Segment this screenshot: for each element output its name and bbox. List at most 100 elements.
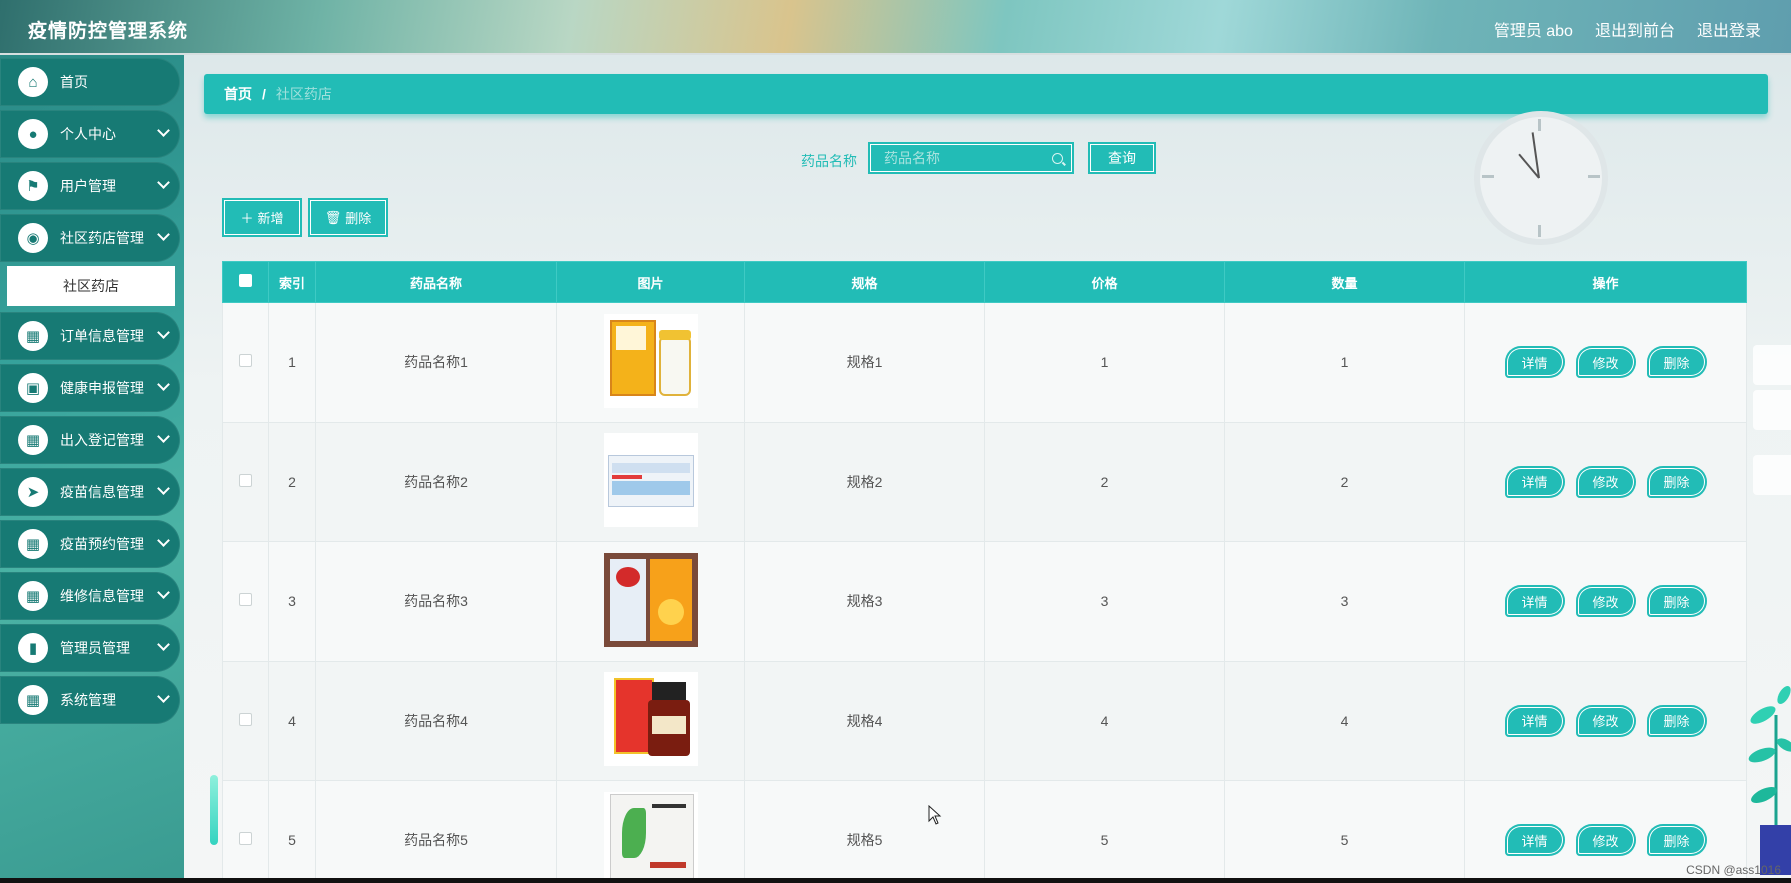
spec-cell: 规格4 [744, 660, 985, 781]
sidebar-item[interactable]: ◉ 社区药店管理 [0, 214, 180, 262]
edit-button[interactable]: 修改 [1575, 824, 1636, 857]
price-cell: 3 [984, 541, 1225, 662]
app-title: 疫情防控管理系统 [28, 21, 189, 42]
row-checkbox[interactable] [239, 473, 252, 487]
sidebar-item[interactable]: ▦ 维修信息管理 [0, 572, 180, 620]
table-row: 3 药品名称3 规格3 3 3 详情 修改 删除 [222, 541, 1747, 662]
table-row: 2 药品名称2 规格2 2 2 详情 修改 删除 [222, 421, 1747, 542]
index-cell: 2 [268, 421, 316, 542]
edit-button[interactable]: 修改 [1575, 704, 1636, 737]
table-row: 5 药品名称5 规格5 5 5 详情 修改 删除 [222, 780, 1747, 883]
row-select-cell[interactable] [222, 421, 269, 542]
sidebar-item[interactable]: ▦ 出入登记管理 [0, 416, 180, 464]
sidebar-item-icon: ▦ [18, 529, 48, 559]
table-body: 1 药品名称1 规格1 1 1 详情 修改 删除 2 药品名称2 规格2 2 2 详情 修改 删除 3 药品名称3… [222, 302, 1747, 883]
sidebar-item-label: 首页 [60, 74, 88, 90]
delete-button[interactable]: 删除 [1646, 824, 1707, 857]
delete-button[interactable]: 删除 [1646, 704, 1707, 737]
column-header: 药品名称 [315, 261, 557, 303]
sidebar-item-icon: ▮ [18, 633, 48, 663]
drug-image [603, 791, 698, 883]
search-label: 药品名称 [801, 153, 857, 169]
edit-button[interactable]: 修改 [1575, 465, 1636, 498]
sidebar-item-icon: ▦ [18, 321, 48, 351]
index-cell: 3 [268, 541, 316, 662]
index-cell: 4 [268, 660, 316, 781]
table-row: 4 药品名称4 规格4 4 4 详情 修改 删除 [222, 660, 1747, 781]
sidebar-item-icon: ▦ [18, 425, 48, 455]
row-checkbox[interactable] [239, 593, 252, 607]
row-checkbox[interactable] [239, 354, 252, 368]
search-row: 药品名称 查询 [184, 141, 1791, 177]
row-select-cell[interactable] [222, 302, 269, 423]
row-checkbox[interactable] [239, 832, 252, 846]
sidebar-item[interactable]: ▦ 系统管理 [0, 676, 180, 724]
drug-image-cell [556, 302, 745, 423]
sidebar-item-label: 出入登记管理 [60, 432, 144, 448]
chevron-down-icon [157, 690, 170, 703]
back-to-front-link[interactable]: 退出到前台 [1595, 17, 1675, 41]
delete-button[interactable]: 删除 [1646, 585, 1707, 618]
sidebar-item-icon: ⌂ [18, 67, 48, 97]
row-checkbox[interactable] [239, 712, 252, 726]
sidebar-item[interactable]: ➤ 疫苗信息管理 [0, 468, 180, 516]
detail-button[interactable]: 详情 [1504, 346, 1565, 379]
sidebar-item-label: 疫苗信息管理 [60, 484, 144, 500]
query-button[interactable]: 查询 [1088, 142, 1156, 174]
delete-button[interactable]: 删除 [1646, 346, 1707, 379]
watermark: CSDN @ass1016 [1686, 863, 1781, 877]
sidebar-item[interactable]: ▣ 健康申报管理 [0, 364, 180, 412]
drug-image [603, 433, 698, 528]
sidebar-item-icon: ▣ [18, 373, 48, 403]
admin-user-link[interactable]: 管理员 abo [1494, 17, 1573, 41]
breadcrumb-home[interactable]: 首页 [224, 84, 252, 104]
price-cell: 2 [984, 421, 1225, 542]
row-actions: 详情 修改 删除 [1465, 346, 1746, 379]
spec-cell: 规格5 [744, 780, 985, 883]
drug-image [603, 552, 698, 647]
select-all-checkbox[interactable] [239, 274, 252, 287]
operations-cell: 详情 修改 删除 [1464, 541, 1747, 662]
logout-link[interactable]: 退出登录 [1697, 17, 1761, 41]
submenu-item-pharmacy[interactable]: 社区药店 [7, 266, 175, 306]
sidebar-item[interactable]: ▦ 疫苗预约管理 [0, 520, 180, 568]
detail-button[interactable]: 详情 [1504, 465, 1565, 498]
batch-delete-button[interactable]: 🗑 删除 [308, 198, 388, 237]
action-row: ＋ 新增 🗑 删除 [222, 198, 388, 237]
row-select-cell[interactable] [222, 780, 269, 883]
sidebar: ⌂ 首页 ● 个人中心 ⚑ 用户管理 ◉ 社区药店管理 社区药店 ▦ 订单信息管理 ▣ 健康申报管理 ▦ 出… [0, 55, 184, 883]
sidebar-item[interactable]: ▮ 管理员管理 [0, 624, 180, 672]
add-button[interactable]: ＋ 新增 [222, 198, 302, 237]
sidebar-item-label: 用户管理 [60, 178, 116, 194]
row-actions: 详情 修改 删除 [1465, 465, 1746, 498]
edit-button[interactable]: 修改 [1575, 346, 1636, 379]
add-button-label: 新增 [257, 211, 284, 226]
spec-cell: 规格1 [744, 302, 985, 423]
column-header: 价格 [984, 261, 1225, 303]
chevron-down-icon [157, 534, 170, 547]
drug-table: 索引 药品名称 图片 规格 价格 数量 操作 1 药品名称1 规格1 1 1 详情 修改 删除… [222, 261, 1747, 883]
table-row: 1 药品名称1 规格1 1 1 详情 修改 删除 [222, 302, 1747, 423]
detail-button[interactable]: 详情 [1504, 585, 1565, 618]
sidebar-item[interactable]: ● 个人中心 [0, 110, 180, 158]
sidebar-item-label: 健康申报管理 [60, 380, 144, 396]
drug-image-cell [556, 660, 745, 781]
select-all-header[interactable] [222, 261, 269, 303]
row-select-cell[interactable] [222, 660, 269, 781]
decorative-bar [210, 775, 218, 845]
sidebar-item[interactable]: ⌂ 首页 [0, 58, 180, 106]
sidebar-item[interactable]: ▦ 订单信息管理 [0, 312, 180, 360]
search-input[interactable] [868, 142, 1074, 174]
row-actions: 详情 修改 删除 [1465, 704, 1746, 737]
detail-button[interactable]: 详情 [1504, 704, 1565, 737]
column-header: 操作 [1464, 261, 1747, 303]
detail-button[interactable]: 详情 [1504, 824, 1565, 857]
chevron-down-icon [157, 378, 170, 391]
edit-button[interactable]: 修改 [1575, 585, 1636, 618]
top-header: 疫情防控管理系统 管理员 abo 退出到前台 退出登录 [0, 0, 1791, 55]
row-select-cell[interactable] [222, 541, 269, 662]
sidebar-item-label: 维修信息管理 [60, 588, 144, 604]
sidebar-item[interactable]: ⚑ 用户管理 [0, 162, 180, 210]
drug-name-cell: 药品名称5 [315, 780, 557, 883]
delete-button[interactable]: 删除 [1646, 465, 1707, 498]
